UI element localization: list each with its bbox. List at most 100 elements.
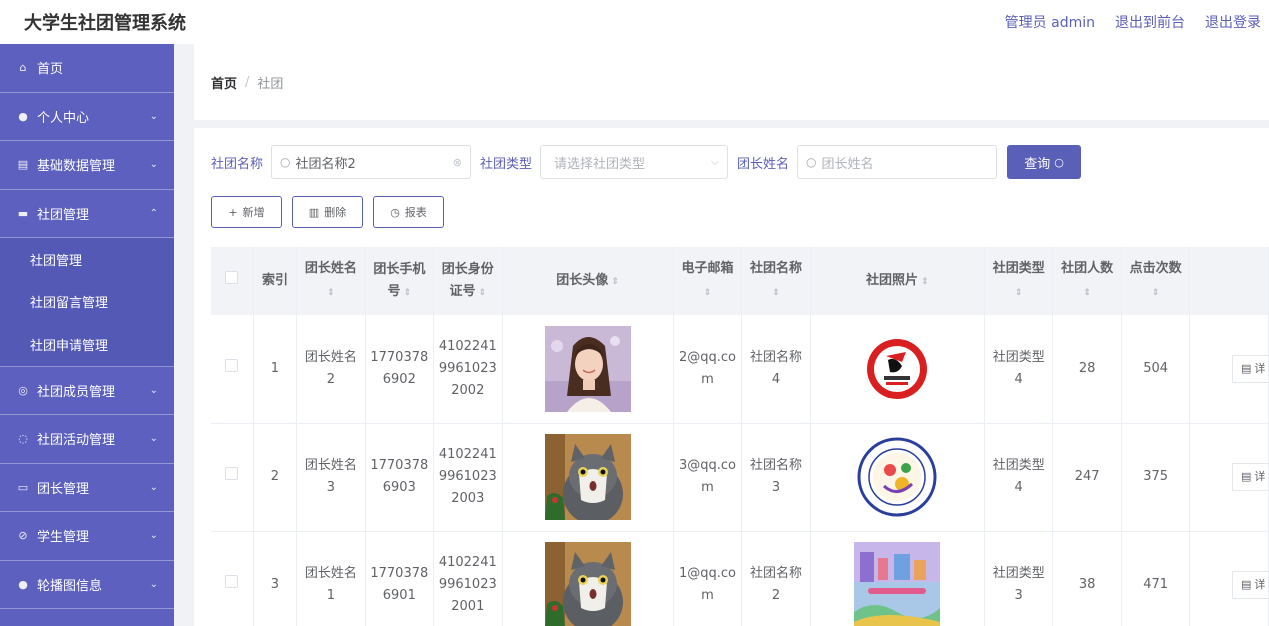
cell-email: 3@qq.com [673, 423, 743, 532]
table-row[interactable]: 2 团长姓名3 17703786903 410224199610232003 3@qq… [211, 423, 1269, 532]
doc-icon: ▤ [1241, 470, 1252, 483]
chevron-down-icon: ⌄ [149, 481, 158, 493]
column-header[interactable]: 索引 [253, 247, 298, 315]
column-header[interactable]: 团长头像 ⇕ [502, 247, 674, 315]
sort-icon[interactable]: ⇕ [475, 288, 487, 298]
briefcase-icon: ▭ [17, 480, 29, 494]
sidebar-subitem-2[interactable]: 社团申请管理 [0, 323, 174, 366]
leader-name-input[interactable]: ○ 团长姓名 [797, 145, 998, 179]
cell-leader: 团长姓名3 [296, 423, 366, 532]
column-header[interactable]: 电子邮箱 ⇕ [673, 247, 743, 315]
column-header[interactable]: 社团人数 ⇕ [1052, 247, 1122, 315]
column-header[interactable]: 团长手机号 ⇕ [365, 247, 435, 315]
join-us-poster [854, 542, 941, 626]
sidebar-item-5[interactable]: ◌ 社团活动管理 ⌄ [0, 415, 174, 464]
column-header[interactable]: 社团照片 ⇕ [810, 247, 985, 315]
sidebar-item-0[interactable]: ⌂ 首页 [0, 44, 174, 93]
sort-icon[interactable]: ⇕ [704, 288, 712, 298]
column-header[interactable]: 团长身份证号 ⇕ [433, 247, 503, 315]
cell-leader: 团长姓名2 [296, 315, 366, 424]
club-name-input[interactable]: ○ 社团名称2 ⊗ [271, 145, 472, 179]
sidebar-subitem-1[interactable]: 社团留言管理 [0, 281, 174, 324]
school-of-software-logo [854, 434, 941, 520]
column-header[interactable]: 点击次数 ⇕ [1121, 247, 1191, 315]
delete-button[interactable]: ▥ 删除 [292, 196, 363, 228]
breadcrumb-home[interactable]: 首页 [211, 73, 237, 92]
exit-to-front-link[interactable]: 退出到前台 [1115, 12, 1185, 32]
detail-button[interactable]: ▤ 详 [1232, 571, 1268, 599]
table-row[interactable]: 3 团长姓名1 17703786901 410224199610232001 1@qq… [211, 531, 1269, 626]
sort-icon[interactable]: ⇕ [1152, 288, 1160, 298]
cell-id-no: 410224199610232002 [433, 315, 503, 424]
add-button[interactable]: + 新增 [211, 196, 282, 228]
column-header[interactable]: 团长姓名 ⇕ [296, 247, 366, 315]
detail-button[interactable]: ▤ 详 [1232, 354, 1268, 383]
column-header-label: 点击次数 [1129, 261, 1182, 276]
column-header-label: 社团人数 [1061, 261, 1114, 276]
query-button[interactable]: 查询 ○ [1007, 145, 1082, 179]
column-header[interactable]: 社团类型 ⇕ [984, 247, 1054, 315]
row-checkbox[interactable] [225, 358, 239, 372]
actions-header [1189, 247, 1269, 315]
pie-chart-icon: ◷ [390, 205, 400, 219]
sort-icon[interactable]: ⇕ [608, 277, 619, 287]
sort-icon[interactable]: ⇕ [918, 277, 929, 287]
sort-icon[interactable]: ⇕ [1015, 288, 1023, 298]
detail-button[interactable]: ▤ 详 [1232, 463, 1268, 491]
sidebar-item-1[interactable]: ● 个人中心 ⌄ [0, 93, 174, 141]
sidebar-item-6[interactable]: ▭ 团长管理 ⌄ [0, 464, 174, 512]
club-type-label: 社团类型 [480, 156, 533, 172]
select-all-checkbox[interactable] [225, 271, 239, 284]
cell-clicks: 471 [1121, 531, 1191, 626]
compass-icon: ◎ [18, 383, 28, 397]
data-table: 索引 团长姓名 ⇕ 团长手机号 ⇕ 团长身份证号 ⇕ 团长头像 ⇕ 电子邮箱 ⇕ 社团名称 … [211, 247, 1269, 626]
cell-index: 2 [253, 423, 298, 532]
sidebar-item-2[interactable]: ▤ 基础数据管理 ⌄ [0, 141, 174, 190]
logout-link[interactable]: 退出登录 [1205, 12, 1261, 32]
filter-row: 社团名称 ○ 社团名称2 ⊗ 社团类型 请选择社团类型 ⌵ 团长姓名 ○ 团长姓… [211, 145, 1082, 179]
sidebar-item-8[interactable]: ● 轮播图信息 ⌄ [0, 561, 174, 609]
sort-icon[interactable]: ⇕ [772, 288, 780, 298]
cell-id-no: 410224199610232001 [433, 531, 503, 626]
column-header[interactable]: 社团名称 ⇕ [741, 247, 811, 315]
plus-icon: + [228, 205, 238, 219]
top-links: 管理员 admin 退出到前台 退出登录 [1005, 12, 1261, 32]
cell-clicks: 375 [1121, 423, 1191, 532]
sidebar-item-4[interactable]: ◎ 社团成员管理 ⌄ [0, 367, 174, 415]
chevron-down-icon: ⌄ [149, 159, 158, 171]
row-checkbox[interactable] [225, 467, 239, 480]
table-row[interactable]: 1 团长姓名2 17703786902 410224199610232002 2@qq… [211, 315, 1269, 424]
content-card: 社团名称 ○ 社团名称2 ⊗ 社团类型 请选择社团类型 ⌵ 团长姓名 ○ 团长姓… [194, 128, 1269, 626]
sort-icon[interactable]: ⇕ [400, 288, 412, 298]
leader-avatar-cell [502, 531, 674, 626]
clear-icon[interactable]: ⊗ [453, 156, 462, 169]
cat-photo [544, 434, 631, 520]
admin-link[interactable]: 管理员 admin [1005, 12, 1095, 32]
search-icon: ○ [1054, 155, 1064, 169]
cell-clicks: 504 [1121, 315, 1191, 424]
row-checkbox[interactable] [225, 575, 239, 588]
sort-icon[interactable]: ⇕ [327, 288, 335, 298]
user-icon: ● [18, 577, 28, 591]
chevron-up-icon: ⌃ [149, 207, 158, 219]
sidebar-item-label: 首页 [37, 62, 64, 78]
sidebar-item-3[interactable]: ▬ 社团管理 ⌃ [0, 190, 174, 238]
club-photo-cell [810, 315, 985, 424]
cell-email: 2@qq.com [673, 315, 743, 424]
trash-icon: ▥ [308, 205, 320, 219]
cell-phone: 17703786901 [365, 531, 435, 626]
club-type-select[interactable]: 请选择社团类型 ⌵ [540, 145, 729, 179]
sidebar-subitem-0[interactable]: 社团管理 [0, 238, 174, 281]
sort-icon[interactable]: ⇕ [1083, 288, 1091, 298]
sidebar-item-label: 团长管理 [37, 481, 90, 497]
leader-avatar-cell [502, 423, 674, 532]
report-button[interactable]: ◷ 报表 [373, 196, 444, 228]
cell-phone: 17703786903 [365, 423, 435, 532]
chevron-down-icon: ⌄ [149, 384, 158, 396]
sidebar-item-7[interactable]: ⊘ 学生管理 ⌄ [0, 512, 174, 561]
cell-email: 1@qq.com [673, 531, 743, 626]
query-label: 查询 [1024, 156, 1051, 172]
column-header-label: 索引 [261, 273, 288, 288]
cell-club: 社团名称2 [741, 531, 811, 626]
detail-label: 详 [1254, 470, 1266, 483]
